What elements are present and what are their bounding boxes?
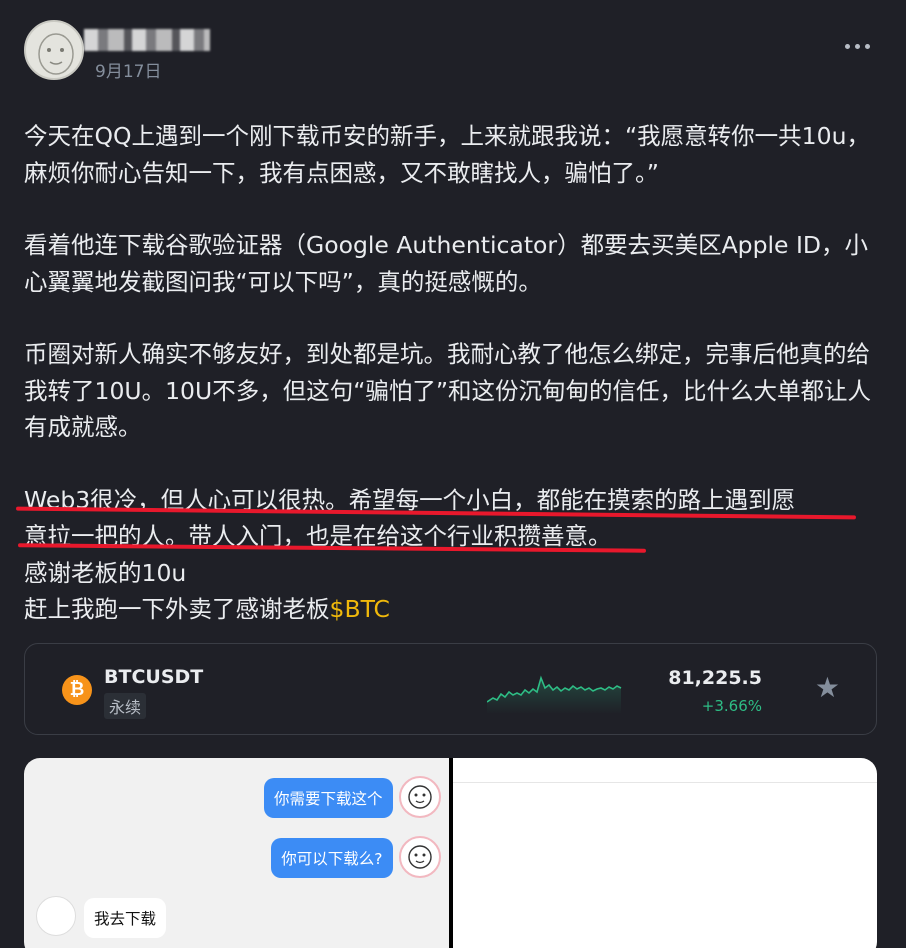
ticker-change: +3.66% <box>701 697 762 715</box>
chat-reply-bubble: 我去下载 <box>84 898 167 938</box>
contract-type-badge: 永续 <box>104 693 147 719</box>
post-date: 9月17日 <box>95 62 162 82</box>
price-sparkline <box>487 675 622 714</box>
post-last-line: 赶上我跑一下外卖了感谢老板$BTC <box>24 591 884 628</box>
chat-bubble-1: 你需要下载这个 <box>263 778 393 818</box>
sticker-icon <box>398 776 441 818</box>
ticker-symbol: BTCUSDT <box>104 666 204 688</box>
more-options-icon[interactable] <box>845 44 870 49</box>
chat-screenshot-image[interactable]: 你需要下载这个 你可以下载么? 我去下载 <box>24 758 449 948</box>
cashtag-link[interactable]: $BTC <box>330 595 390 623</box>
ticker-price: 81,225.5 <box>668 667 762 689</box>
bitcoin-icon: ₿ <box>62 675 92 705</box>
second-screenshot-image[interactable] <box>452 758 877 948</box>
ticker-card[interactable]: ₿ BTCUSDT 永续 81,225.5 +3.66% ★ <box>24 643 877 735</box>
post-last-line-text: 赶上我跑一下外卖了感谢老板 <box>24 595 330 623</box>
post-paragraph-2: 看着他连下载谷歌验证器（Google Authenticator）都要去买美区A… <box>24 231 868 296</box>
attached-images: 你需要下载这个 你可以下载么? 我去下载 <box>24 758 877 948</box>
post-paragraph-1: 今天在QQ上遇到一个刚下载币安的新手，上来就跟我说：“我愿意转你一共10u，麻烦… <box>24 122 870 187</box>
post-paragraph-3: 币圈对新人确实不够友好，到处都是坑。我耐心教了他怎么绑定，完事后他真的给我转了1… <box>24 340 872 441</box>
author-name-blurred[interactable] <box>84 29 210 51</box>
post-thanks-line: 感谢老板的10u <box>24 558 187 587</box>
contact-avatar <box>36 896 76 936</box>
sticker-icon <box>398 836 441 878</box>
author-avatar[interactable] <box>24 20 84 80</box>
chat-bubble-2: 你可以下载么? <box>271 838 393 878</box>
star-icon[interactable]: ★ <box>815 674 840 702</box>
avatar-sketch <box>38 33 74 75</box>
